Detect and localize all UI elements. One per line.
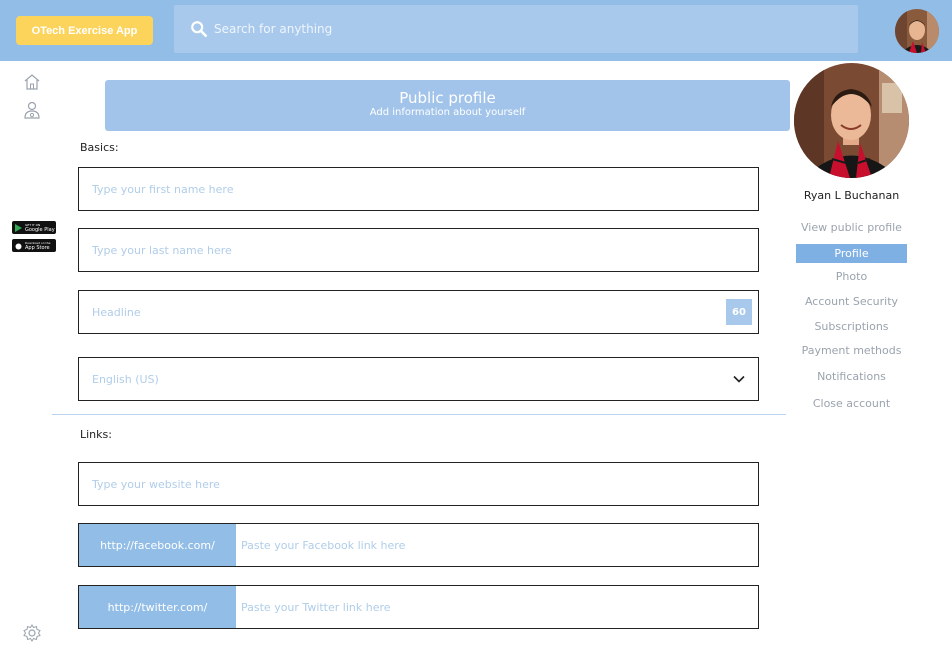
language-select[interactable]: English (US)	[78, 357, 759, 401]
page-header: Public profile Add information about you…	[105, 80, 790, 131]
nav-account-security[interactable]: Account Security	[796, 292, 907, 311]
profile-photo	[794, 63, 909, 178]
facebook-url-prefix: http://facebook.com/	[79, 524, 236, 566]
section-divider	[52, 414, 786, 415]
twitter-url-prefix: http://twitter.com/	[79, 586, 236, 628]
app-store-badge[interactable]: Download on the App Store	[12, 239, 56, 252]
home-icon[interactable]	[22, 72, 42, 92]
user-avatar[interactable]	[895, 9, 939, 53]
last-name-field[interactable]	[78, 228, 759, 272]
page-subtitle: Add information about yourself	[369, 107, 526, 118]
twitter-field[interactable]: http://twitter.com/	[78, 585, 759, 629]
app-name-button[interactable]: OTech Exercise App	[16, 16, 153, 45]
nav-payment-methods[interactable]: Payment methods	[796, 341, 907, 360]
nav-subscriptions[interactable]: Subscriptions	[796, 317, 907, 336]
links-label: Links:	[80, 428, 112, 441]
website-input[interactable]	[79, 477, 758, 491]
google-play-badge[interactable]: GET IT ON Google Play	[12, 221, 56, 234]
chevron-down-icon[interactable]	[732, 372, 746, 386]
twitter-input[interactable]	[236, 600, 758, 614]
search-input[interactable]	[214, 22, 814, 36]
facebook-field[interactable]: http://facebook.com/	[78, 523, 759, 567]
play-icon	[15, 223, 22, 232]
top-bar: OTech Exercise App	[0, 0, 952, 61]
first-name-input[interactable]	[79, 182, 758, 196]
basics-label: Basics:	[80, 141, 119, 154]
headline-input[interactable]	[79, 305, 758, 319]
nav-notifications[interactable]: Notifications	[796, 367, 907, 386]
website-field[interactable]	[78, 462, 759, 506]
nav-view-public-profile[interactable]: View public profile	[796, 218, 907, 237]
user-icon[interactable]	[22, 100, 42, 120]
search-icon	[191, 21, 208, 38]
facebook-input[interactable]	[236, 538, 758, 552]
settings-icon[interactable]	[22, 623, 42, 643]
first-name-field[interactable]	[78, 167, 759, 211]
headline-char-counter: 60	[726, 299, 752, 325]
apple-icon	[15, 243, 22, 249]
nav-profile[interactable]: Profile	[796, 244, 907, 263]
last-name-input[interactable]	[79, 243, 758, 257]
search-bar[interactable]	[174, 5, 858, 53]
nav-photo[interactable]: Photo	[796, 267, 907, 286]
profile-name: Ryan L Buchanan	[803, 189, 900, 202]
nav-close-account[interactable]: Close account	[796, 394, 907, 413]
page-title: Public profile	[399, 89, 496, 107]
headline-field[interactable]: 60	[78, 290, 759, 334]
language-value: English (US)	[92, 372, 159, 386]
